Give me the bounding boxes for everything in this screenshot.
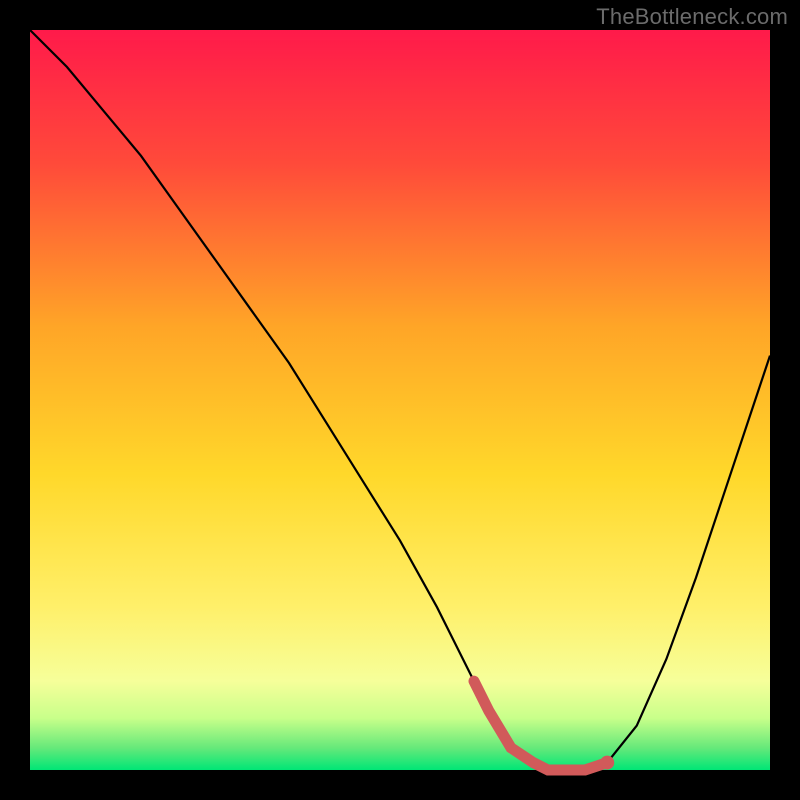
plot-area	[30, 30, 770, 770]
optimal-point-marker	[600, 756, 614, 770]
chart-svg	[0, 0, 800, 800]
watermark-text: TheBottleneck.com	[596, 4, 788, 30]
chart-canvas	[0, 0, 800, 800]
